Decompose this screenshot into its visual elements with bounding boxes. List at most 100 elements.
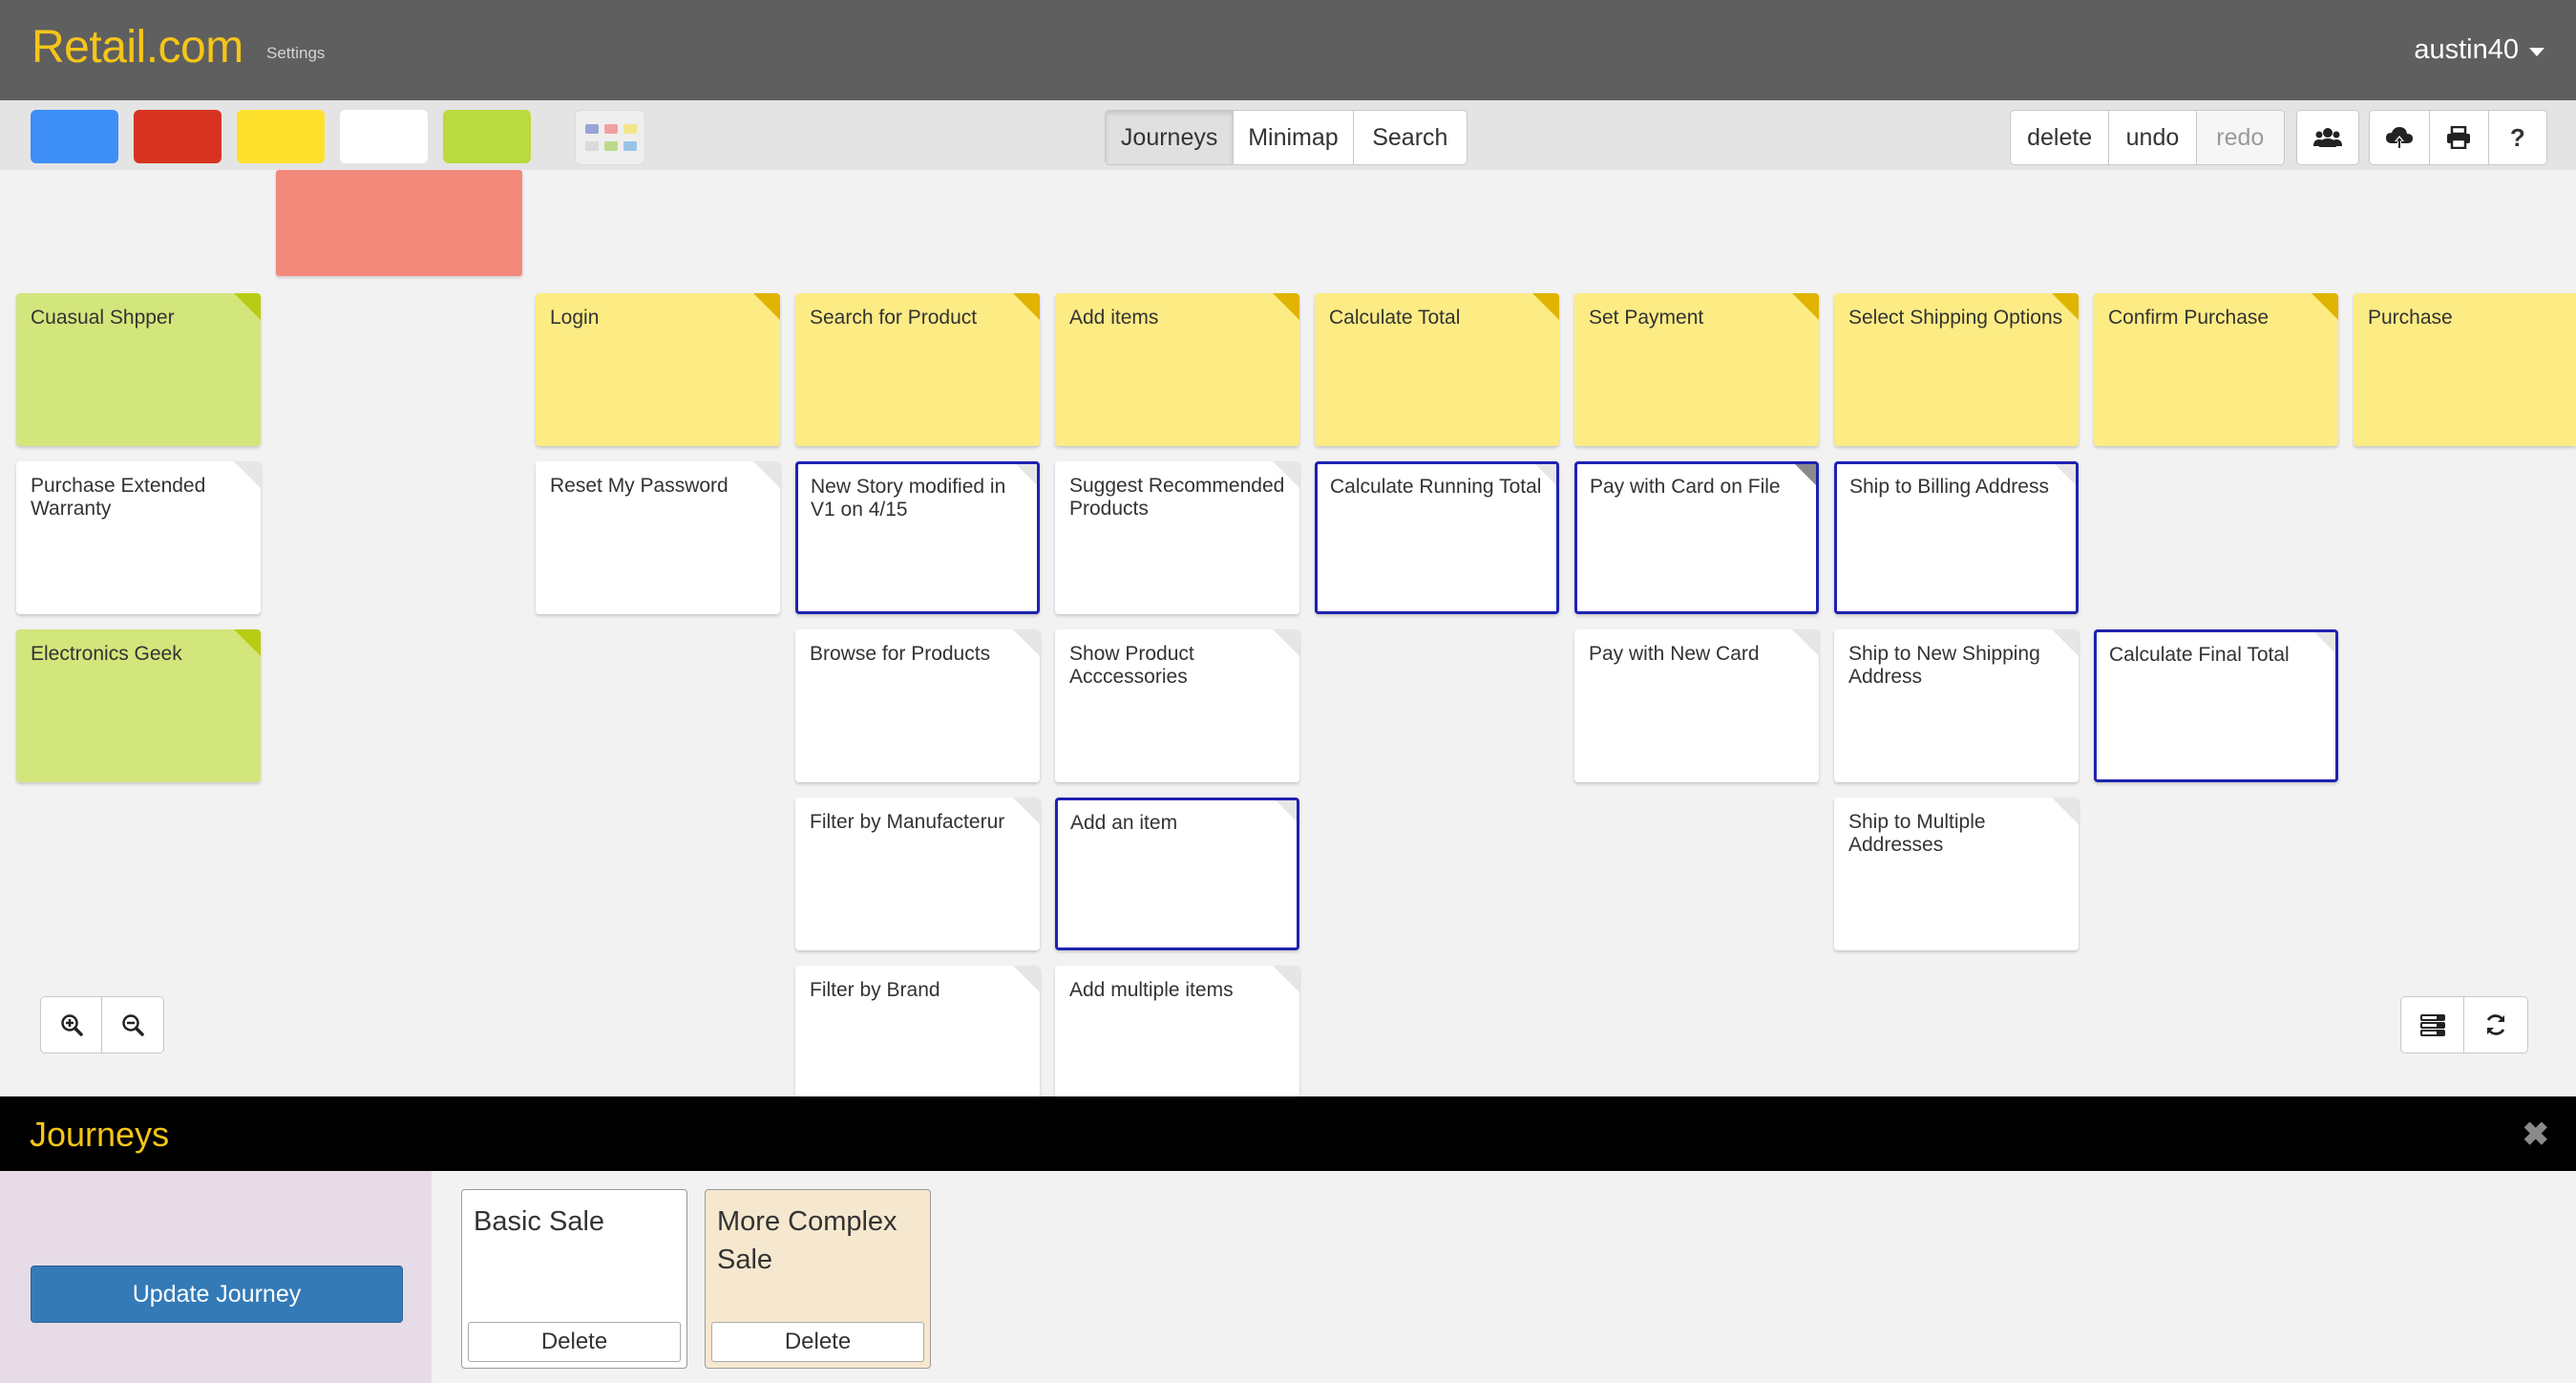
- app-header: Retail.com Settings austin40: [0, 0, 2576, 100]
- activity-card[interactable]: Select Shipping Options: [1834, 293, 2079, 446]
- edit-buttons: delete undo redo: [2010, 110, 2285, 165]
- tab-journeys[interactable]: Journeys: [1106, 111, 1235, 164]
- swatch-white[interactable]: [340, 110, 428, 163]
- journeys-sidebar: Update Journey: [0, 1171, 432, 1383]
- story-card[interactable]: Calculate Running Total: [1315, 461, 1559, 614]
- story-card[interactable]: Add an item: [1055, 798, 1299, 950]
- swatch-red[interactable]: [134, 110, 222, 163]
- activity-card[interactable]: Set Payment: [1574, 293, 1819, 446]
- toolbar: Journeys Minimap Search delete undo redo: [0, 100, 2576, 170]
- story-card[interactable]: Ship to New Shipping Address: [1834, 629, 2079, 782]
- card-text: Show Product Acccessories: [1069, 643, 1194, 688]
- card-text: Purchase: [2368, 307, 2453, 329]
- activity-card[interactable]: Add items: [1055, 293, 1299, 446]
- story-card[interactable]: Calculate Final Total: [2094, 629, 2338, 782]
- help-icon: ?: [2509, 122, 2525, 152]
- journeys-panel-header: Journeys ✖: [0, 1096, 2576, 1171]
- card-text: Ship to Billing Address: [1849, 476, 2049, 498]
- story-card[interactable]: Filter by Brand: [795, 966, 1040, 1096]
- card-text: Purchase Extended Warranty: [31, 475, 206, 520]
- story-card[interactable]: Ship to Billing Address: [1834, 461, 2079, 614]
- story-card[interactable]: Ship to Multiple Addresses: [1834, 798, 2079, 950]
- card-text: Suggest Recommended Products: [1069, 475, 1285, 520]
- story-card[interactable]: Add multiple items: [1055, 966, 1299, 1096]
- card-text: Cuasual Shpper: [31, 307, 175, 329]
- activity-card[interactable]: Calculate Total: [1315, 293, 1559, 446]
- card-text: New Story modified in V1 on 4/15: [811, 476, 1006, 521]
- delete-journey-button[interactable]: Delete: [711, 1322, 924, 1362]
- board-controls: [2400, 996, 2528, 1053]
- card-text: Calculate Running Total: [1330, 476, 1542, 498]
- card-text: Confirm Purchase: [2108, 307, 2270, 329]
- brand-logo[interactable]: Retail.com: [32, 21, 243, 74]
- card-text: Set Payment: [1589, 307, 1704, 329]
- story-card[interactable]: Filter by Manufacterur: [795, 798, 1040, 950]
- sticky-note-red[interactable]: [276, 170, 522, 276]
- refresh-button[interactable]: [2464, 997, 2527, 1053]
- card-text: Add an item: [1070, 812, 1178, 834]
- journey-card[interactable]: More Complex Sale Delete: [705, 1189, 931, 1369]
- story-card[interactable]: Pay with Card on File: [1574, 461, 1819, 614]
- activity-card[interactable]: Login: [536, 293, 780, 446]
- journeys-list: Basic Sale Delete More Complex Sale Dele…: [432, 1171, 2576, 1383]
- activity-card[interactable]: Purchase: [2354, 293, 2576, 446]
- persona-card[interactable]: Cuasual Shpper: [16, 293, 261, 446]
- user-menu[interactable]: austin40: [2414, 34, 2519, 66]
- card-text: Filter by Brand: [810, 979, 940, 1001]
- list-icon: [2419, 1014, 2445, 1036]
- settings-link[interactable]: Settings: [266, 44, 325, 63]
- swatch-green[interactable]: [443, 110, 531, 163]
- zoom-out-button[interactable]: [102, 997, 163, 1053]
- zoom-in-icon: [60, 1014, 83, 1036]
- card-text: Electronics Geek: [31, 643, 182, 665]
- list-view-button[interactable]: [2401, 997, 2464, 1053]
- undo-button[interactable]: undo: [2109, 111, 2197, 164]
- view-tabs: Journeys Minimap Search: [1105, 110, 1467, 165]
- chevron-down-icon[interactable]: [2529, 48, 2544, 56]
- cloud-upload-icon: [2386, 127, 2414, 149]
- story-card[interactable]: Reset My Password: [536, 461, 780, 614]
- story-card[interactable]: Browse for Products: [795, 629, 1040, 782]
- journey-name: Basic Sale: [474, 1206, 605, 1237]
- card-text: Add multiple items: [1069, 979, 1234, 1001]
- swatch-blue[interactable]: [31, 110, 118, 163]
- card-text: Pay with Card on File: [1590, 476, 1781, 498]
- journey-card[interactable]: Basic Sale Delete: [461, 1189, 687, 1369]
- card-text: Filter by Manufacterur: [810, 811, 1005, 833]
- card-text: Pay with New Card: [1589, 643, 1760, 665]
- story-card[interactable]: Purchase Extended Warranty: [16, 461, 261, 614]
- story-card[interactable]: Pay with New Card: [1574, 629, 1819, 782]
- print-button[interactable]: [2430, 111, 2489, 164]
- delete-journey-button[interactable]: Delete: [468, 1322, 681, 1362]
- card-text: Add items: [1069, 307, 1159, 329]
- action-buttons: ?: [2369, 110, 2547, 165]
- card-text: Browse for Products: [810, 643, 991, 665]
- delete-button[interactable]: delete: [2011, 111, 2110, 164]
- journey-name: More Complex Sale: [717, 1206, 897, 1275]
- cloud-upload-button[interactable]: [2370, 111, 2431, 164]
- swatch-yellow[interactable]: [237, 110, 325, 163]
- persona-card[interactable]: Electronics Geek: [16, 629, 261, 782]
- zoom-in-button[interactable]: [41, 997, 102, 1053]
- users-icon: [2313, 128, 2342, 147]
- journeys-title: Journeys: [30, 1115, 170, 1154]
- palette-icon[interactable]: [575, 110, 645, 165]
- redo-button[interactable]: redo: [2196, 111, 2284, 164]
- tab-minimap[interactable]: Minimap: [1234, 111, 1354, 164]
- card-text: Calculate Total: [1329, 307, 1461, 329]
- close-icon[interactable]: ✖: [2523, 1116, 2550, 1154]
- zoom-out-icon: [122, 1014, 144, 1036]
- story-card[interactable]: Suggest Recommended Products: [1055, 461, 1299, 614]
- activity-card[interactable]: Confirm Purchase: [2094, 293, 2338, 446]
- story-card[interactable]: New Story modified in V1 on 4/15: [795, 461, 1040, 614]
- users-button[interactable]: [2296, 110, 2359, 165]
- help-button[interactable]: ?: [2489, 111, 2546, 164]
- update-journey-button[interactable]: Update Journey: [31, 1266, 403, 1323]
- card-text: Ship to Multiple Addresses: [1848, 811, 1986, 856]
- story-card[interactable]: Show Product Acccessories: [1055, 629, 1299, 782]
- card-text: Select Shipping Options: [1848, 307, 2063, 329]
- tab-search[interactable]: Search: [1354, 111, 1467, 164]
- card-text: Login: [550, 307, 600, 329]
- activity-card[interactable]: Search for Product: [795, 293, 1040, 446]
- refresh-icon: [2486, 1014, 2505, 1035]
